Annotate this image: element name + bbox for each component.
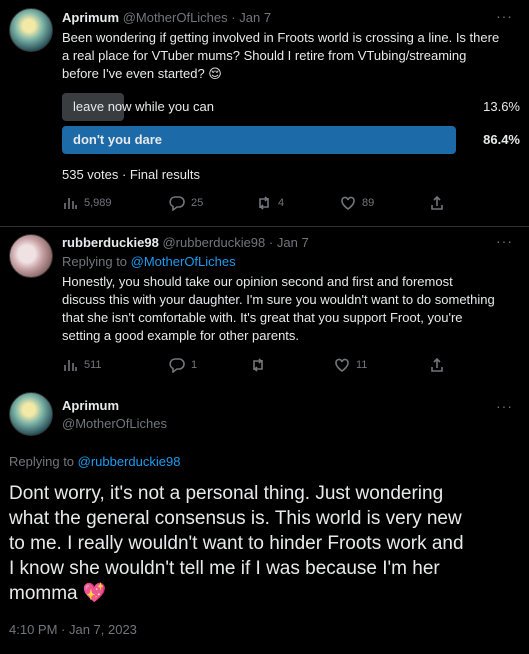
views-count: 5,989 <box>84 197 112 209</box>
avatar-rubberduckie[interactable] <box>9 234 53 278</box>
more-icon[interactable]: ··· <box>496 398 513 414</box>
replying-prefix: Replying to <box>62 254 131 269</box>
share-icon <box>431 195 443 210</box>
tweet-2[interactable]: rubberduckie98 @rubberduckie98 · Jan 7 ·… <box>0 227 529 380</box>
author-handle[interactable]: @MotherOfLiches <box>123 10 228 25</box>
text-line: I know she wouldn't tell me if I was bec… <box>9 558 440 579</box>
reply-icon <box>169 358 185 373</box>
tweet-3: Aprimum @MotherOfLiches ··· Replying to … <box>0 380 529 654</box>
tweet-date[interactable]: Jan 7 <box>277 235 309 250</box>
avatar-aprimum[interactable] <box>9 8 53 52</box>
tweet-1-header: Aprimum @MotherOfLiches · Jan 7 <box>62 10 271 25</box>
more-icon[interactable]: ··· <box>496 8 513 24</box>
separator: · <box>268 235 274 250</box>
like-button[interactable]: 11 <box>334 357 367 373</box>
tweet-3-text: Dont worry, it's not a personal thing. J… <box>9 481 524 606</box>
author-handle[interactable]: @rubberduckie98 <box>162 235 265 250</box>
views-icon <box>64 198 77 209</box>
text-line: Honestly, you should take our opinion se… <box>62 274 453 289</box>
reply-count: 1 <box>191 359 198 371</box>
tweet-1-text: Been wondering if getting involved in Fr… <box>62 29 522 83</box>
text-line: setting a good example for other parents… <box>62 328 300 343</box>
replying-to-link[interactable]: @MotherOfLiches <box>131 254 236 269</box>
reply-count: 25 <box>191 197 204 209</box>
like-icon <box>341 196 355 210</box>
poll-option-label: leave now while you can <box>73 99 214 114</box>
text-line: discuss this with your daughter. I'm sur… <box>62 292 495 307</box>
retweet-count: 4 <box>278 197 285 209</box>
views-button[interactable]: 5,989 <box>62 195 112 211</box>
text-line: before I've even started? 😌 <box>62 66 222 81</box>
tweet-2-header: rubberduckie98 @rubberduckie98 · Jan 7 <box>62 235 309 250</box>
like-button[interactable]: 89 <box>340 195 374 211</box>
text-line: to me. I really wouldn't want to hinder … <box>9 533 464 554</box>
text-line: Dont worry, it's not a personal thing. J… <box>9 483 444 504</box>
retweet-button[interactable]: 4 <box>256 195 284 211</box>
poll-summary: 535 votes · Final results <box>62 167 201 182</box>
replying-prefix: Replying to <box>9 454 78 469</box>
tweet-date[interactable]: Jan 7 <box>239 10 271 25</box>
like-count: 89 <box>362 197 375 209</box>
reply-button[interactable]: 1 <box>169 357 197 373</box>
reply-icon <box>169 196 185 211</box>
tweet-2-text: Honestly, you should take our opinion se… <box>62 273 522 345</box>
avatar-aprimum[interactable] <box>9 392 53 436</box>
text-line: Been wondering if getting involved in Fr… <box>62 30 500 45</box>
like-icon <box>335 358 349 372</box>
text-line: what the general consensus is. This worl… <box>9 508 462 529</box>
author-name[interactable]: rubberduckie98 <box>62 235 159 250</box>
more-icon[interactable]: ··· <box>496 233 513 249</box>
text-line: momma 💖 <box>9 583 107 604</box>
text-line: that she isn't comfortable with. It's gr… <box>62 310 463 325</box>
replying-to: Replying to @MotherOfLiches <box>62 254 236 269</box>
separator: · <box>231 10 236 25</box>
timestamp[interactable]: 4:10 PM · Jan 7, 2023 <box>9 622 137 637</box>
reply-button[interactable]: 25 <box>169 195 203 211</box>
retweet-button[interactable] <box>250 357 272 373</box>
replying-to: Replying to @rubberduckie98 <box>9 454 180 469</box>
poll-option-percent: 13.6% <box>483 99 520 114</box>
share-button[interactable] <box>429 195 445 211</box>
poll-option-2: don't you dare 86.4% <box>62 126 520 154</box>
replying-to-link[interactable]: @rubberduckie98 <box>78 454 181 469</box>
author-handle[interactable]: @MotherOfLiches <box>62 416 167 431</box>
poll-option-percent: 86.4% <box>483 132 520 147</box>
retweet-icon <box>259 196 269 210</box>
views-count: 511 <box>84 359 102 371</box>
like-count: 11 <box>356 359 368 371</box>
share-icon <box>431 357 443 372</box>
text-line: a real place for VTuber mums? Should I r… <box>62 48 467 63</box>
author-name[interactable]: Aprimum <box>62 398 119 413</box>
author-name[interactable]: Aprimum <box>62 10 119 25</box>
views-button[interactable]: 511 <box>62 357 102 373</box>
views-icon <box>64 360 77 371</box>
share-button[interactable] <box>429 357 445 373</box>
tweet-2-actions: 511 1 11 <box>62 357 462 377</box>
poll-option-1: leave now while you can 13.6% <box>62 93 520 121</box>
retweet-icon <box>253 358 263 372</box>
poll-option-label: don't you dare <box>73 132 163 147</box>
tweet-1[interactable]: Aprimum @MotherOfLiches · Jan 7 ··· Been… <box>0 0 529 226</box>
tweet-1-actions: 5,989 25 4 89 <box>62 195 462 215</box>
